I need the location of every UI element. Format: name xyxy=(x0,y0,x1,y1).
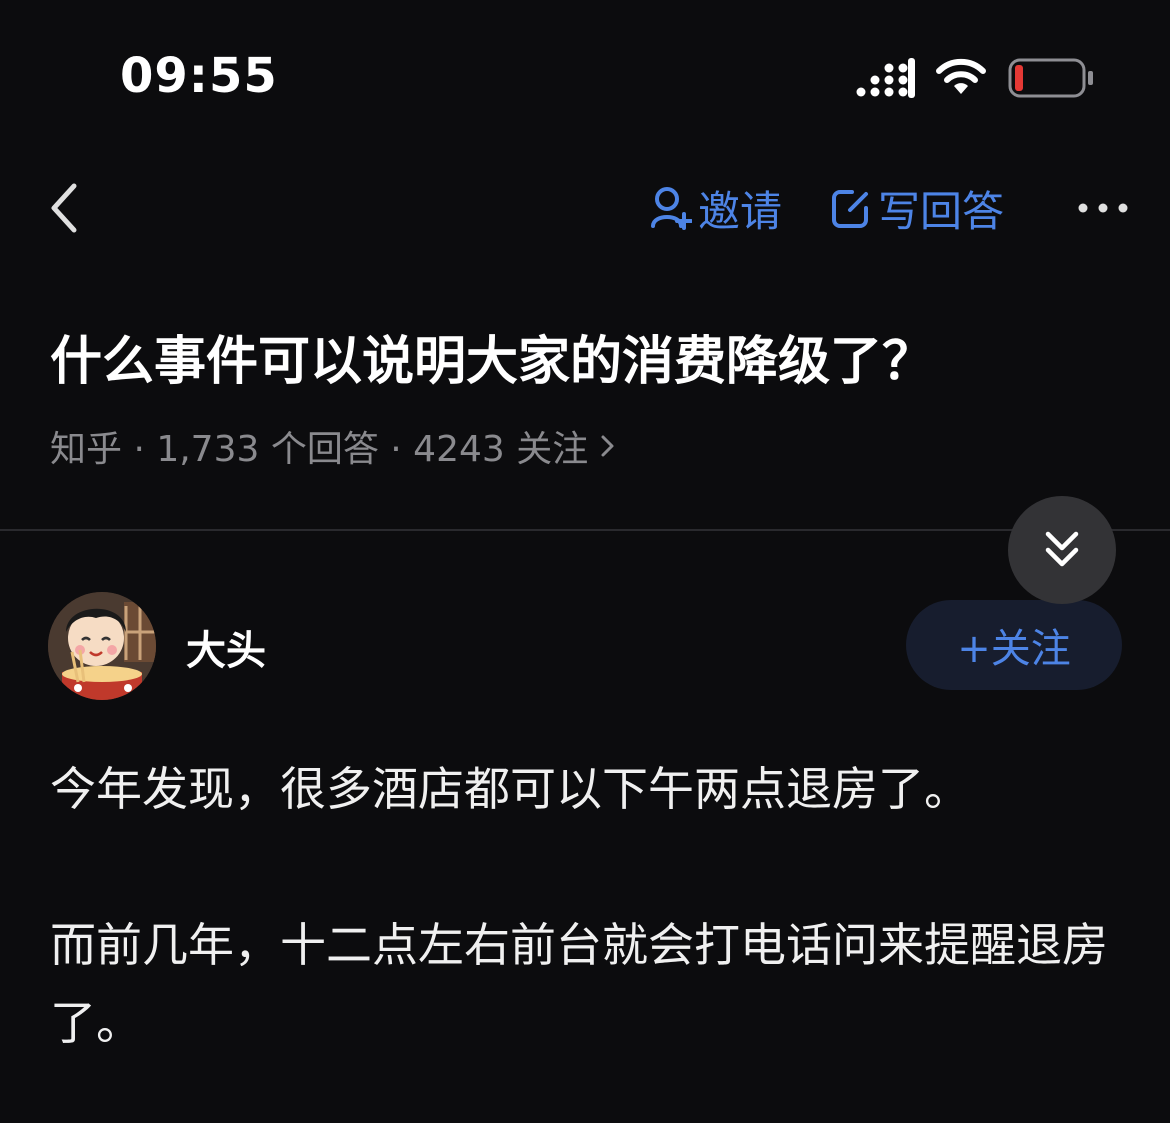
question-meta[interactable]: 知乎 · 1,733 个回答 · 4243 关注 xyxy=(50,420,618,472)
wifi-icon xyxy=(936,58,986,94)
author-name[interactable]: 大头 xyxy=(186,618,266,676)
follow-button[interactable]: +关注 xyxy=(906,600,1122,690)
edit-icon xyxy=(832,190,868,228)
chevron-left-icon xyxy=(51,183,77,233)
chevron-right-icon xyxy=(601,435,614,457)
invite-user-icon xyxy=(651,187,692,230)
invite-button[interactable]: 邀请 xyxy=(650,180,782,236)
question-meta-text: 知乎 · 1,733 个回答 · 4243 关注 xyxy=(50,429,589,470)
double-chevron-down-icon xyxy=(1045,531,1079,567)
more-horizontal-icon[interactable] xyxy=(1076,190,1130,226)
avatar[interactable] xyxy=(48,592,156,700)
signal-icon xyxy=(856,58,915,98)
answer-paragraph: 而前几年，十二点左右前台就会打电话问来提醒退房了。 xyxy=(50,918,1108,1050)
back-button[interactable] xyxy=(44,180,88,236)
battery-icon xyxy=(1008,58,1093,98)
write-answer-label: 写回答 xyxy=(878,186,1005,236)
divider xyxy=(0,529,1170,531)
status-time: 09:55 xyxy=(120,48,278,104)
question-title[interactable]: 什么事件可以说明大家的消费降级了？ xyxy=(50,328,1130,396)
answer-paragraph: 今年发现，很多酒店都可以下午两点退房了。 xyxy=(50,762,970,816)
avatar-illustration xyxy=(48,592,156,700)
invite-label: 邀请 xyxy=(698,186,783,236)
write-answer-button[interactable]: 写回答 xyxy=(830,180,1004,236)
scroll-down-button[interactable] xyxy=(1008,496,1116,604)
